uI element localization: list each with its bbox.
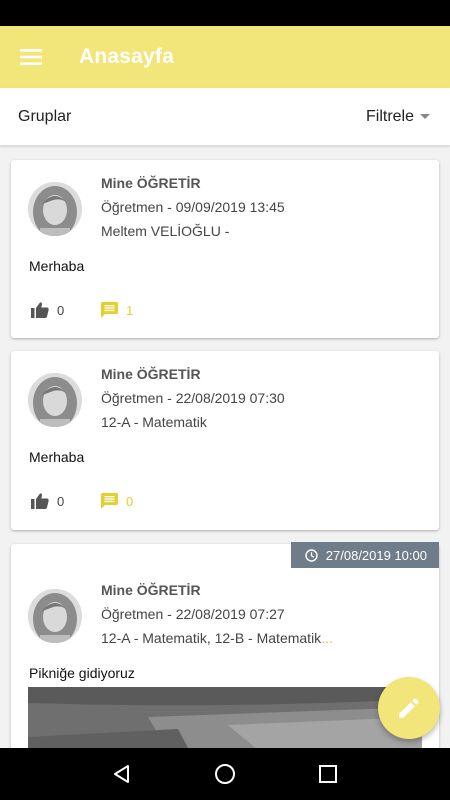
more-groups-ellipsis[interactable]: ...	[321, 630, 333, 646]
like-button[interactable]: 0	[31, 302, 101, 318]
menu-icon	[20, 49, 42, 65]
comment-button[interactable]: 0	[101, 493, 133, 509]
filter-label: Filtrele	[365, 107, 414, 125]
post-groups-text: 12-A - Matematik, 12-B - Matematik	[101, 630, 322, 646]
post-feed[interactable]: Mine ÖĞRETİR Öğretmen - 09/09/2019 13:45…	[0, 146, 450, 748]
back-button[interactable]	[102, 754, 142, 794]
back-triangle-icon	[113, 765, 129, 783]
post-author: Mine ÖĞRETİR	[101, 366, 201, 382]
thumb-up-icon	[31, 493, 49, 509]
post-body: Merhaba	[29, 258, 85, 274]
like-button[interactable]: 0	[31, 493, 101, 509]
post-meta: Öğretmen - 09/09/2019 13:45	[101, 199, 285, 215]
groups-button[interactable]: Gruplar	[18, 108, 71, 126]
avatar	[28, 373, 82, 427]
thumb-up-icon	[31, 302, 49, 318]
comment-icon	[101, 493, 118, 509]
avatar-image	[28, 589, 82, 643]
clock-icon	[305, 548, 318, 562]
post-body: Pikniğe gidiyoruz	[29, 665, 135, 681]
scheduled-date: 27/08/2019 10:00	[325, 547, 427, 563]
post-author: Mine ÖĞRETİR	[101, 582, 201, 598]
system-nav-bar	[0, 748, 450, 800]
caret-down-icon	[420, 114, 430, 119]
post-image[interactable]	[28, 687, 422, 748]
avatar-image	[28, 182, 82, 236]
post-card[interactable]: Mine ÖĞRETİR Öğretmen - 22/08/2019 07:30…	[11, 351, 439, 530]
like-count: 0	[57, 302, 65, 318]
comment-count: 1	[126, 302, 134, 318]
post-meta: Öğretmen - 22/08/2019 07:30	[101, 390, 285, 406]
home-button[interactable]	[205, 754, 245, 794]
status-bar	[0, 0, 450, 26]
post-author: Mine ÖĞRETİR	[101, 175, 201, 191]
comment-button[interactable]: 1	[101, 302, 133, 318]
app-bar: Anasayfa	[0, 26, 450, 88]
recents-square-icon	[319, 765, 338, 783]
post-actions: 0 1	[31, 302, 133, 318]
post-actions: 0 0	[31, 493, 133, 509]
avatar-image	[28, 373, 82, 427]
page-title: Anasayfa	[79, 45, 174, 68]
post-groups: 12-A - Matematik, 12-B - Matematik...	[101, 630, 333, 646]
like-count: 0	[57, 493, 65, 509]
post-groups: Meltem VELİOĞLU -	[101, 223, 230, 239]
avatar	[28, 182, 82, 236]
post-groups: 12-A - Matematik	[101, 414, 207, 430]
avatar	[28, 589, 82, 643]
comment-count: 0	[126, 493, 134, 509]
post-body: Merhaba	[29, 449, 85, 465]
filter-dropdown[interactable]: Filtrele	[366, 108, 430, 126]
home-circle-icon	[214, 764, 235, 784]
pencil-icon	[399, 698, 419, 718]
comment-icon	[101, 302, 118, 318]
menu-button[interactable]	[0, 26, 62, 88]
post-meta: Öğretmen - 22/08/2019 07:27	[101, 606, 285, 622]
post-card[interactable]: 27/08/2019 10:00 Mine ÖĞRETİR Öğretmen -…	[11, 542, 439, 748]
recents-button[interactable]	[308, 754, 348, 794]
filter-bar: Gruplar Filtrele	[0, 88, 450, 146]
scheduled-date-badge: 27/08/2019 10:00	[290, 542, 439, 568]
post-photo	[28, 687, 422, 748]
post-card[interactable]: Mine ÖĞRETİR Öğretmen - 09/09/2019 13:45…	[11, 160, 439, 338]
new-post-button[interactable]	[378, 677, 440, 739]
